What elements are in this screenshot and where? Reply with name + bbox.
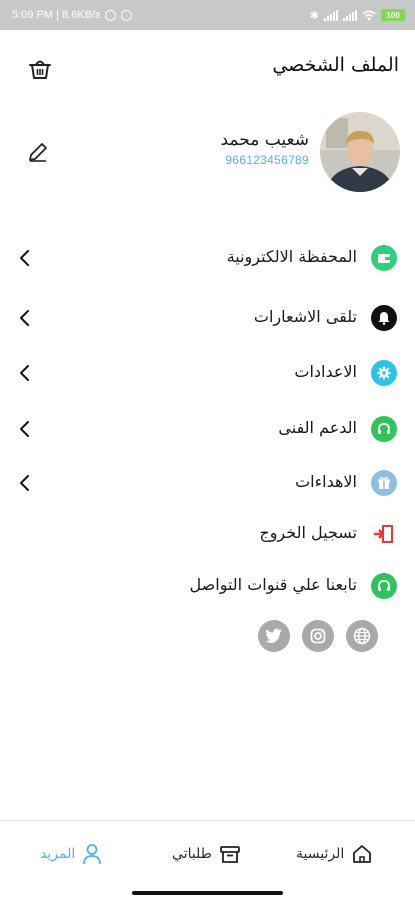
nav-orders-label: طلباتي: [172, 846, 212, 862]
logout-icon: [371, 521, 397, 547]
nav-home[interactable]: الرئيسية: [296, 841, 373, 867]
menu-item-notifications[interactable]: تلقى الاشعارات: [0, 298, 415, 338]
basket-icon[interactable]: [27, 56, 53, 82]
profile-name: شعيب محمد: [220, 130, 309, 150]
menu-item-label: تسجيل الخروج: [259, 523, 357, 542]
menu-item-label: تلقى الاشعارات: [253, 307, 357, 326]
status-left: 5:09 PM | 8.6KB/s: [12, 9, 133, 21]
pencil-icon[interactable]: [26, 140, 50, 164]
box-icon: [219, 846, 240, 863]
gift-icon: [371, 470, 397, 496]
menu-item-label: الدعم الفنى: [278, 418, 357, 437]
gear-icon: [371, 360, 397, 386]
notification-icon: [121, 9, 133, 21]
headset-icon: [371, 573, 397, 599]
twitter-icon[interactable]: [258, 620, 290, 652]
menu-item-logout[interactable]: تسجيل الخروج: [0, 514, 415, 554]
menu-item-follow-us: تابعنا علي قنوات التواصل: [0, 566, 415, 606]
battery-icon: 100: [381, 9, 405, 21]
page-title: الملف الشخصي: [272, 54, 399, 76]
menu-item-wallet[interactable]: المحفظة الالكترونية: [0, 238, 415, 278]
headset-icon: [371, 416, 397, 442]
nav-more[interactable]: المزيد: [40, 841, 102, 867]
globe-icon[interactable]: [346, 620, 378, 652]
menu-item-label: المحفظة الالكترونية: [226, 247, 357, 266]
bell-icon: [371, 305, 397, 331]
status-right: ✱ 100: [310, 9, 405, 22]
menu-item-label: الاعدادات: [294, 362, 357, 381]
wifi-icon: [362, 10, 376, 20]
home-indicator: [132, 891, 283, 895]
status-bar: 5:09 PM | 8.6KB/s ✱ 100: [0, 0, 415, 30]
chevron-left-icon: [20, 421, 29, 437]
menu-item-gifts[interactable]: الاهداءات: [0, 463, 415, 503]
signal-icon-2: [343, 9, 357, 21]
nav-orders[interactable]: طلباتي: [172, 841, 241, 867]
menu-item-label: الاهداءات: [295, 472, 357, 491]
signal-icon: [324, 9, 338, 21]
instagram-icon[interactable]: [302, 620, 334, 652]
profile-phone: 966123456789: [225, 153, 309, 167]
chevron-left-icon: [20, 475, 29, 491]
menu-item-support[interactable]: الدعم الفنى: [0, 409, 415, 449]
status-time: 5:09 PM | 8.6KB/s: [12, 9, 101, 21]
wallet-icon: [371, 245, 397, 271]
bottom-nav: الرئيسية طلباتي المزيد: [0, 820, 415, 900]
user-icon: [83, 844, 102, 865]
bluetooth-icon: ✱: [309, 9, 319, 22]
nav-more-label: المزيد: [40, 846, 76, 862]
alarm-icon: [105, 9, 117, 21]
chevron-left-icon: [20, 310, 29, 326]
menu-item-label: تابعنا علي قنوات التواصل: [189, 575, 357, 594]
chevron-left-icon: [20, 250, 29, 266]
avatar[interactable]: [320, 112, 400, 192]
nav-home-label: الرئيسية: [296, 846, 345, 862]
home-icon: [353, 845, 372, 863]
menu-item-settings[interactable]: الاعدادات: [0, 353, 415, 393]
chevron-left-icon: [20, 365, 29, 381]
